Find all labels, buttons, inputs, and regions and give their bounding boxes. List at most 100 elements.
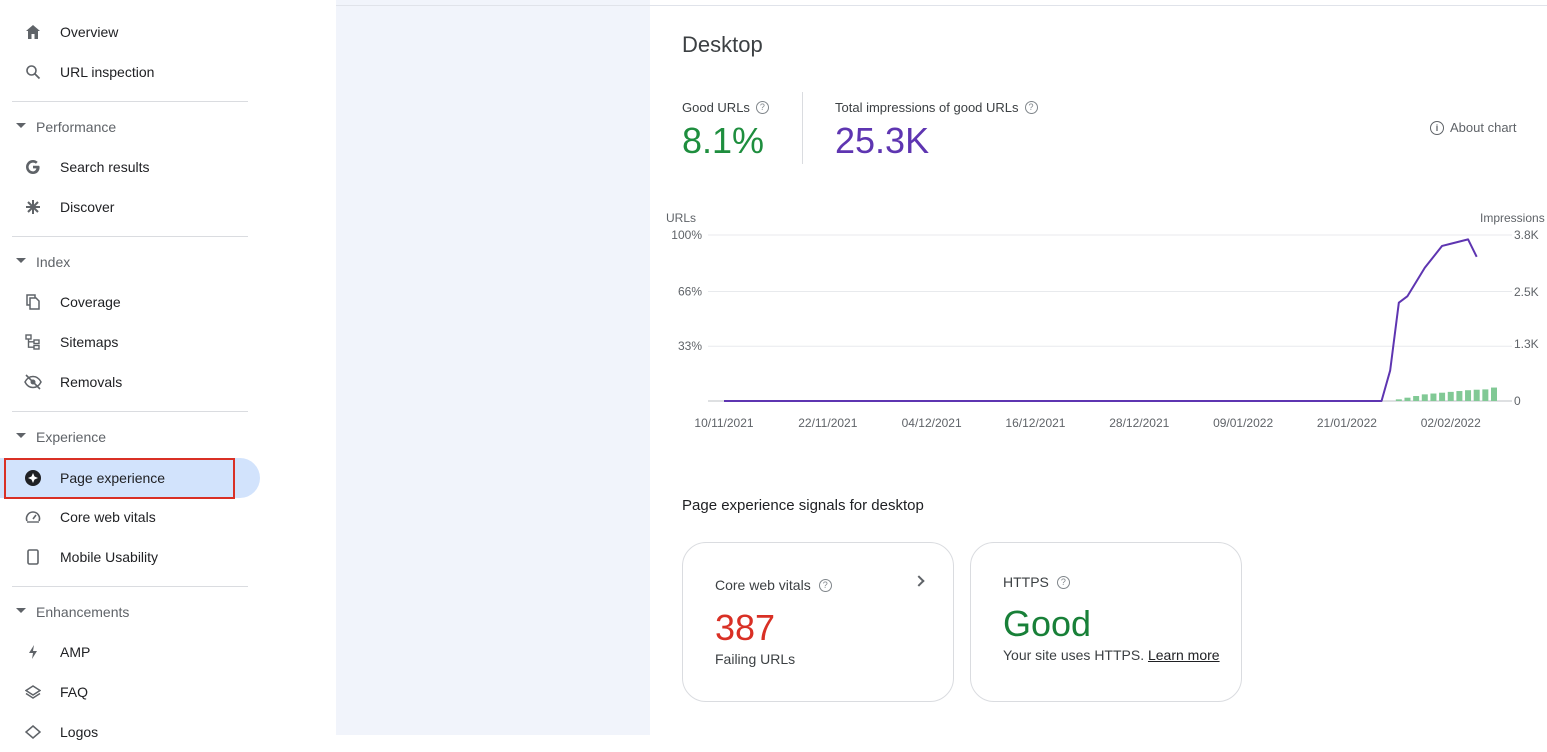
caret-down-icon xyxy=(16,258,26,263)
failing-urls-count: 387 xyxy=(715,607,776,648)
sidebar-divider xyxy=(12,236,248,237)
search-icon xyxy=(24,63,42,81)
bar-good-urls xyxy=(1421,394,1428,401)
sidebar-divider xyxy=(12,586,248,587)
right-tick-label: 0 xyxy=(1514,394,1521,408)
about-chart-label: About chart xyxy=(1450,120,1517,135)
x-tick-label: 21/01/2022 xyxy=(1317,416,1377,430)
right-axis-title: Impressions xyxy=(1480,211,1545,225)
https-description: Your site uses HTTPS. xyxy=(1003,647,1145,663)
sidebar-item-label: FAQ xyxy=(60,684,89,700)
card-label-text: Core web vitals xyxy=(715,577,811,593)
sidebar-item-removals[interactable]: Removals xyxy=(0,362,260,402)
caret-down-icon xyxy=(16,608,26,613)
bar-good-urls xyxy=(1404,397,1411,401)
metric-good-urls-value: 8.1% xyxy=(682,120,765,161)
x-tick-label: 16/12/2021 xyxy=(1005,416,1065,430)
bar-good-urls xyxy=(1447,391,1454,401)
sidebar-divider xyxy=(12,101,248,102)
section-label: Enhancements xyxy=(36,604,130,620)
card-label: Core web vitals ? xyxy=(715,577,832,593)
info-icon: i xyxy=(1430,120,1444,135)
page-title: Desktop xyxy=(682,32,763,57)
bolt-icon xyxy=(24,643,42,661)
sidebar-item-label: Removals xyxy=(60,374,123,390)
metric-impressions-label: Total impressions of good URLs ? xyxy=(835,100,1038,115)
https-card: HTTPS ? Good Your site uses HTTPS. Learn… xyxy=(970,542,1242,702)
x-tick-label: 28/12/2021 xyxy=(1109,416,1169,430)
bar-good-urls xyxy=(1473,389,1480,401)
learn-more-link[interactable]: Learn more xyxy=(1148,647,1220,663)
eye-off-icon xyxy=(24,373,42,391)
pages-icon xyxy=(24,293,42,311)
core-web-vitals-card[interactable]: Core web vitals ? 387 Failing URLs xyxy=(682,542,954,702)
x-tick-label: 04/12/2021 xyxy=(902,416,962,430)
x-tick-label: 02/02/2022 xyxy=(1421,416,1481,430)
bar-good-urls xyxy=(1456,391,1463,401)
sidebar-item-label: Discover xyxy=(60,199,115,215)
help-icon[interactable]: ? xyxy=(818,578,832,592)
bar-good-urls xyxy=(1430,393,1437,401)
gauge-icon xyxy=(24,508,42,526)
sidebar-item-overview[interactable]: Overview xyxy=(0,12,260,52)
sidebar-item-search-results[interactable]: Search results xyxy=(0,147,260,187)
section-enhancements[interactable]: Enhancements xyxy=(0,597,260,627)
content-gutter xyxy=(336,0,650,735)
sidebar-item-label: Overview xyxy=(60,24,119,40)
help-icon[interactable]: ? xyxy=(1056,575,1070,589)
sidebar-item-sitemaps[interactable]: Sitemaps xyxy=(0,322,260,362)
sitemap-icon xyxy=(24,333,42,351)
section-index[interactable]: Index xyxy=(0,247,260,277)
sidebar-item-faq[interactable]: FAQ xyxy=(0,672,260,712)
sidebar-item-amp[interactable]: AMP xyxy=(0,632,260,672)
sidebar-item-mobile-usability[interactable]: Mobile Usability xyxy=(0,537,260,577)
left-axis-title: URLs xyxy=(666,211,696,225)
card-label-text: HTTPS xyxy=(1003,574,1049,590)
help-icon[interactable]: ? xyxy=(755,101,769,114)
sidebar-divider xyxy=(12,411,248,412)
sidebar-item-coverage[interactable]: Coverage xyxy=(0,282,260,322)
section-performance[interactable]: Performance xyxy=(0,112,260,142)
sidebar-item-core-web-vitals[interactable]: Core web vitals xyxy=(0,497,260,537)
help-icon[interactable]: ? xyxy=(1024,101,1038,114)
bar-good-urls xyxy=(1395,399,1402,401)
sidebar-item-label: Mobile Usability xyxy=(60,549,159,565)
right-tick-label: 3.8K xyxy=(1514,228,1539,242)
section-experience[interactable]: Experience xyxy=(0,422,260,452)
card-subtext: Failing URLs xyxy=(715,651,796,667)
metric-good-urls-label: Good URLs ? xyxy=(682,100,769,115)
bar-good-urls xyxy=(1413,396,1420,401)
metric-label-text: Total impressions of good URLs xyxy=(835,100,1019,115)
sidebar-item-label: URL inspection xyxy=(60,64,155,80)
metric-impressions-value: 25.3K xyxy=(835,120,930,161)
card-label: HTTPS ? xyxy=(1003,574,1070,590)
google-g-icon xyxy=(24,158,42,176)
sidebar-item-label: Core web vitals xyxy=(60,509,156,525)
bar-good-urls xyxy=(1482,389,1489,401)
signals-title: Page experience signals for desktop xyxy=(682,497,924,514)
about-chart-button[interactable]: i About chart xyxy=(1430,120,1517,135)
bar-good-urls xyxy=(1439,392,1446,401)
line-impressions xyxy=(724,238,1478,402)
https-status: Good xyxy=(1003,603,1092,644)
highlight-outline xyxy=(4,458,235,499)
sidebar-item-discover[interactable]: Discover xyxy=(0,187,260,227)
metric-separator xyxy=(802,92,803,164)
x-tick-label: 10/11/2021 xyxy=(694,416,753,430)
sidebar-item-label: AMP xyxy=(60,644,91,660)
phone-icon xyxy=(24,548,42,566)
bar-good-urls xyxy=(1491,387,1497,401)
sidebar-item-logos[interactable]: Logos xyxy=(0,712,260,752)
left-tick-label: 66% xyxy=(678,284,702,298)
sidebar-item-label: Logos xyxy=(60,724,99,740)
home-icon xyxy=(24,23,42,41)
chevron-right-icon[interactable] xyxy=(913,575,925,587)
layers-icon xyxy=(24,683,42,701)
left-tick-label: 33% xyxy=(678,339,702,353)
sidebar-item-label: Sitemaps xyxy=(60,334,119,350)
sidebar-item-url-inspection[interactable]: URL inspection xyxy=(0,52,260,92)
bar-good-urls xyxy=(1465,390,1472,401)
caret-down-icon xyxy=(16,433,26,438)
diamond-icon xyxy=(24,723,42,741)
asterisk-icon xyxy=(24,198,42,216)
